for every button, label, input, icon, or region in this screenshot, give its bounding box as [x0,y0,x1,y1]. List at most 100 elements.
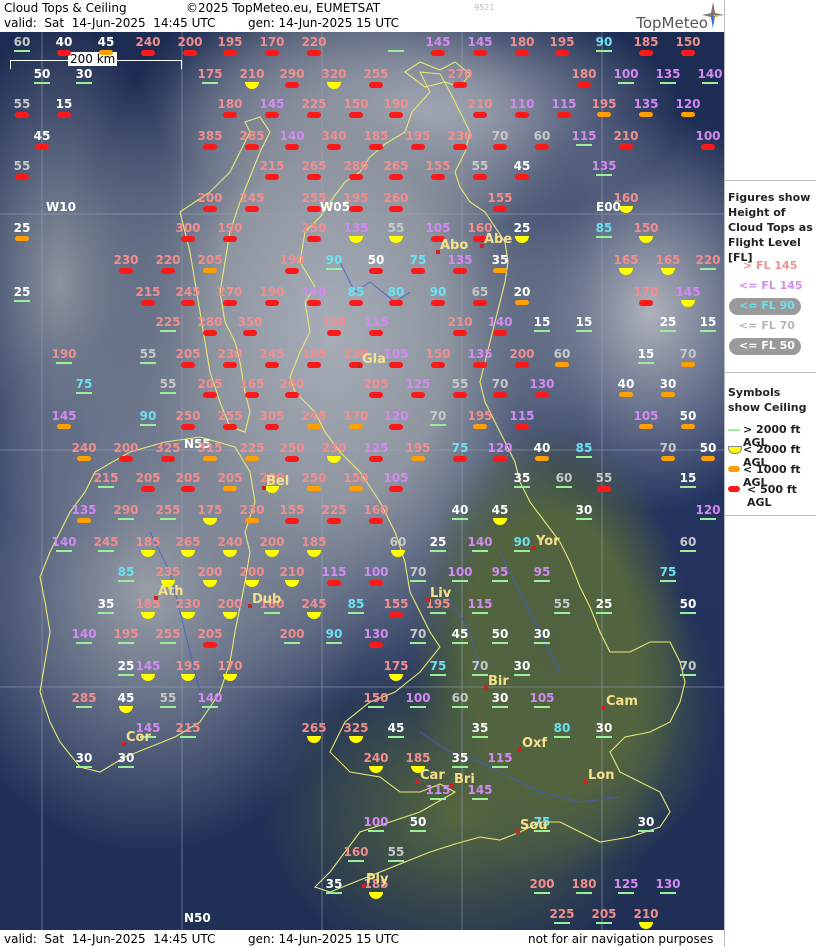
ceiling-green-line-icon [452,642,468,644]
cloud-top-label: 25 [513,221,531,235]
cloud-top-label: 205 [135,471,161,485]
ceiling-red-bar-icon [369,330,383,336]
ceiling-red-bar-icon [161,268,175,274]
cloud-top-label: 90 [595,35,613,49]
cloud-top-label: 55 [553,597,571,611]
cloud-top-label: 195 [405,129,431,143]
ceiling-red-bar-icon [181,362,195,368]
ceiling-red-bar-icon [327,144,341,150]
cloud-top-label: 55 [13,97,31,111]
city-label-bel[interactable]: Bel [266,474,289,489]
city-label-ath[interactable]: Ath [158,584,184,599]
ceiling-red-bar-icon [265,300,279,306]
ceiling-green-line-icon [140,424,156,426]
ceiling-red-bar-icon [245,392,259,398]
ceiling-red-bar-icon [597,486,611,492]
ceiling-red-bar-icon [265,424,279,430]
compass-star-icon [702,2,724,28]
cloud-top-label: 30 [117,751,135,765]
city-label-gla[interactable]: Gla [362,352,386,367]
ceiling-green-line-icon [430,674,446,676]
city-label-yor[interactable]: Yor [536,534,560,549]
cloud-top-label: 175 [197,67,223,81]
cloud-top-label: 65 [471,285,489,299]
cloud-top-label: 160 [363,503,389,517]
ceiling-green-line-icon [554,922,570,924]
city-label-liv[interactable]: Liv [430,586,451,601]
ceiling-red-bar-icon [349,112,363,118]
ceiling-green-line-icon [76,706,92,708]
brand-logo[interactable]: TopMeteo [636,14,708,32]
ceiling-red-bar-icon [119,456,133,462]
cloud-top-label: 200 [529,877,555,891]
ceiling-green-line-icon [202,82,218,84]
ceiling-orange-bar-icon [661,392,675,397]
ceiling-red-bar-icon [141,486,155,492]
ceiling-green-line-icon [160,706,176,708]
cloud-top-label: 215 [93,471,119,485]
cloud-top-label: 155 [425,159,451,173]
ceiling-green-line-icon [680,674,696,676]
satellite-map[interactable]: 200 km W10 W05 E00 N55 N50 60 40 45 240 200 1… [0,32,724,930]
ceiling-green-line-icon [534,642,550,644]
cloud-top-label: 150 [633,221,659,235]
cloud-top-label: 205 [175,471,201,485]
ceiling-red-bar-icon [493,330,507,336]
cloud-top-label: 340 [321,129,347,143]
ceiling-green-line-icon [388,50,404,52]
cloud-top-label: 45 [33,129,51,143]
city-label-cor[interactable]: Cor [126,730,151,745]
ceiling-orange-bar-icon [701,456,715,461]
ceiling-green-line-icon [576,456,592,458]
ceiling-red-bar-icon [35,144,49,150]
cloud-top-label: 195 [217,35,243,49]
ceiling-orange-bar-icon [493,268,507,273]
cloud-top-label: 70 [409,627,427,641]
ceiling-green-line-icon [368,706,384,708]
cloud-top-label: 230 [217,347,243,361]
ceiling-red-bar-icon [203,642,217,648]
ceiling-red-bar-icon [473,112,487,118]
city-label-car[interactable]: Car [420,768,445,783]
ceiling-green-line-icon [430,798,446,800]
cloud-top-label: 25 [595,597,613,611]
city-label-lon[interactable]: Lon [588,768,614,783]
ceiling-red-bar-icon [285,144,299,150]
orange-bar-icon [728,466,740,472]
cloud-top-label: 100 [613,67,639,81]
ceiling-green-line-icon [388,860,404,862]
city-label-ply[interactable]: Ply [366,872,388,887]
cloud-top-label: 270 [217,285,243,299]
city-label-abo[interactable]: Abo [440,238,468,253]
ceiling-red-bar-icon [515,50,529,56]
ceiling-red-bar-icon [493,456,507,462]
cloud-top-label: 230 [447,129,473,143]
cloud-top-label: 155 [487,191,513,205]
cloud-top-label: 50 [33,67,51,81]
city-label-abe[interactable]: Abe [484,232,512,247]
cloud-top-label: 240 [71,441,97,455]
ceiling-red-bar-icon [307,112,321,118]
ceiling-red-bar-icon [141,50,155,56]
ceiling-red-bar-icon [181,424,195,430]
city-label-bri[interactable]: Bri [454,772,475,787]
cloud-top-label: 115 [363,315,389,329]
ceiling-green-line-icon [534,892,550,894]
ceiling-green-line-icon [472,798,488,800]
ceiling-red-bar-icon [265,112,279,118]
city-label-bir[interactable]: Bir [488,674,509,689]
ceiling-orange-bar-icon [681,424,695,429]
city-label-cam[interactable]: Cam [606,694,638,709]
city-label-dub[interactable]: Dub [252,592,281,607]
cloud-top-label: 230 [321,441,347,455]
cloud-top-label: 35 [451,751,469,765]
ceiling-green-line-icon [618,892,634,894]
city-label-oxf[interactable]: Oxf [522,736,547,751]
cloud-top-label: 180 [217,97,243,111]
ceiling-red-bar-icon [349,206,363,212]
ceiling-red-bar-icon [161,456,175,462]
cloud-top-label: 210 [633,907,659,921]
ceiling-orange-bar-icon [411,456,425,461]
ceiling-red-bar-icon [453,144,467,150]
city-label-sou[interactable]: Sou [520,818,548,833]
